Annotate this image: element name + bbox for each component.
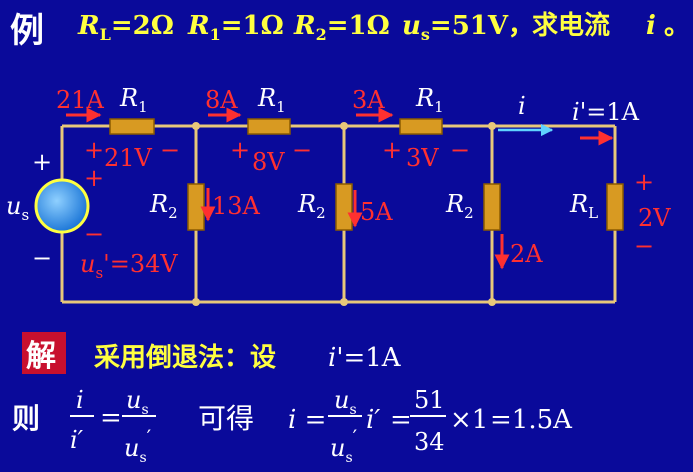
solution-badge: 解: [26, 339, 56, 374]
voltage-8v: 8V: [252, 148, 285, 176]
label-r2-c: R2: [445, 190, 474, 222]
ratio-current: i i′: [70, 386, 94, 454]
r1b-plus: +: [230, 136, 250, 164]
rl-minus: −: [634, 232, 654, 260]
label-r1-c: R1: [415, 84, 444, 116]
problem-statement: RL=2Ω R1=1Ω R2=1Ω us=51V， 求电流 i 。: [77, 11, 690, 44]
ask-i: i: [646, 11, 656, 41]
resistor-r2-b: [335, 183, 353, 231]
assume-text: i'=1A: [328, 343, 402, 373]
us-prime-minus: −: [84, 220, 104, 248]
svg-text:34: 34: [414, 428, 445, 456]
label-rl: RL: [569, 190, 598, 222]
rl-spec: RL=2Ω: [77, 11, 174, 44]
label-r2-b: R2: [297, 190, 326, 222]
method-text: 采用倒退法：设: [94, 343, 276, 373]
ask-text: 求电流: [532, 11, 610, 41]
svg-text:=: =: [390, 405, 412, 435]
us-prime-plus: +: [84, 164, 104, 192]
label-r1-a: R1: [119, 84, 148, 116]
svg-text:us′: us′: [124, 425, 152, 466]
svg-text:i′: i′: [366, 405, 380, 435]
ratio-voltage: us us′: [122, 386, 156, 466]
resistor-r2-c: [483, 183, 501, 231]
svg-text:i: i: [76, 386, 84, 414]
r1c-plus: +: [382, 136, 402, 164]
ratio-eq: =: [100, 403, 122, 433]
svg-text:us: us: [126, 386, 149, 418]
resistor-r1-b: [247, 118, 291, 135]
current-3a: 3A: [352, 86, 385, 114]
voltage-21v: 21V: [104, 144, 153, 172]
svg-text:51: 51: [414, 386, 445, 414]
resistor-r2-a: [187, 183, 205, 231]
svg-text:×1: ×1: [450, 405, 488, 435]
current-13a: 13A: [212, 192, 261, 220]
ask-end: 。: [664, 11, 690, 41]
label-r1-b: R1: [257, 84, 286, 116]
label-us: us: [6, 192, 29, 224]
current-21a: 21A: [56, 86, 105, 114]
r1-spec: R1=1Ω: [187, 11, 284, 44]
label-i-prime: i'=1A: [572, 98, 640, 126]
resistor-r1-a: [109, 118, 155, 135]
current-2a: 2A: [510, 240, 543, 268]
svg-text:us: us: [334, 386, 357, 418]
us-prime-value: us'=34V: [80, 250, 178, 282]
get-text: 可得: [198, 402, 254, 435]
slide: 例 RL=2Ω R1=1Ω R2=1Ω us=51V， 求电流 i 。 R1 R…: [0, 0, 693, 472]
example-label: 例: [10, 11, 44, 51]
source-plus: +: [32, 148, 52, 176]
r1a-minus: −: [160, 136, 180, 164]
voltage-2v: 2V: [638, 204, 671, 232]
r1a-plus: +: [84, 136, 104, 164]
r2-spec: R2=1Ω: [293, 11, 390, 44]
svg-text:=1.5A: =1.5A: [490, 405, 573, 435]
source-minus: −: [32, 244, 52, 272]
us-spec: us=51V，: [402, 11, 534, 44]
then-text: 则: [12, 402, 40, 435]
svg-text:i =: i =: [288, 405, 326, 435]
r1c-minus: −: [450, 136, 470, 164]
label-r2-a: R2: [149, 190, 178, 222]
voltage-source: [34, 178, 90, 234]
svg-text:i′: i′: [70, 426, 84, 454]
rl-plus: +: [634, 168, 654, 196]
final-equation: i = us us′ i′ = 51 34 ×1 =1.5A: [288, 386, 573, 466]
resistor-rl: [606, 183, 624, 231]
svg-text:us′: us′: [330, 425, 358, 466]
current-8a: 8A: [205, 86, 238, 114]
resistor-r1-c: [399, 118, 443, 135]
slide-canvas: 例 RL=2Ω R1=1Ω R2=1Ω us=51V， 求电流 i 。 R1 R…: [6, 11, 690, 466]
voltage-3v: 3V: [406, 144, 439, 172]
r1b-minus: −: [292, 136, 312, 164]
label-i: i: [518, 92, 526, 120]
current-5a: 5A: [360, 198, 393, 226]
